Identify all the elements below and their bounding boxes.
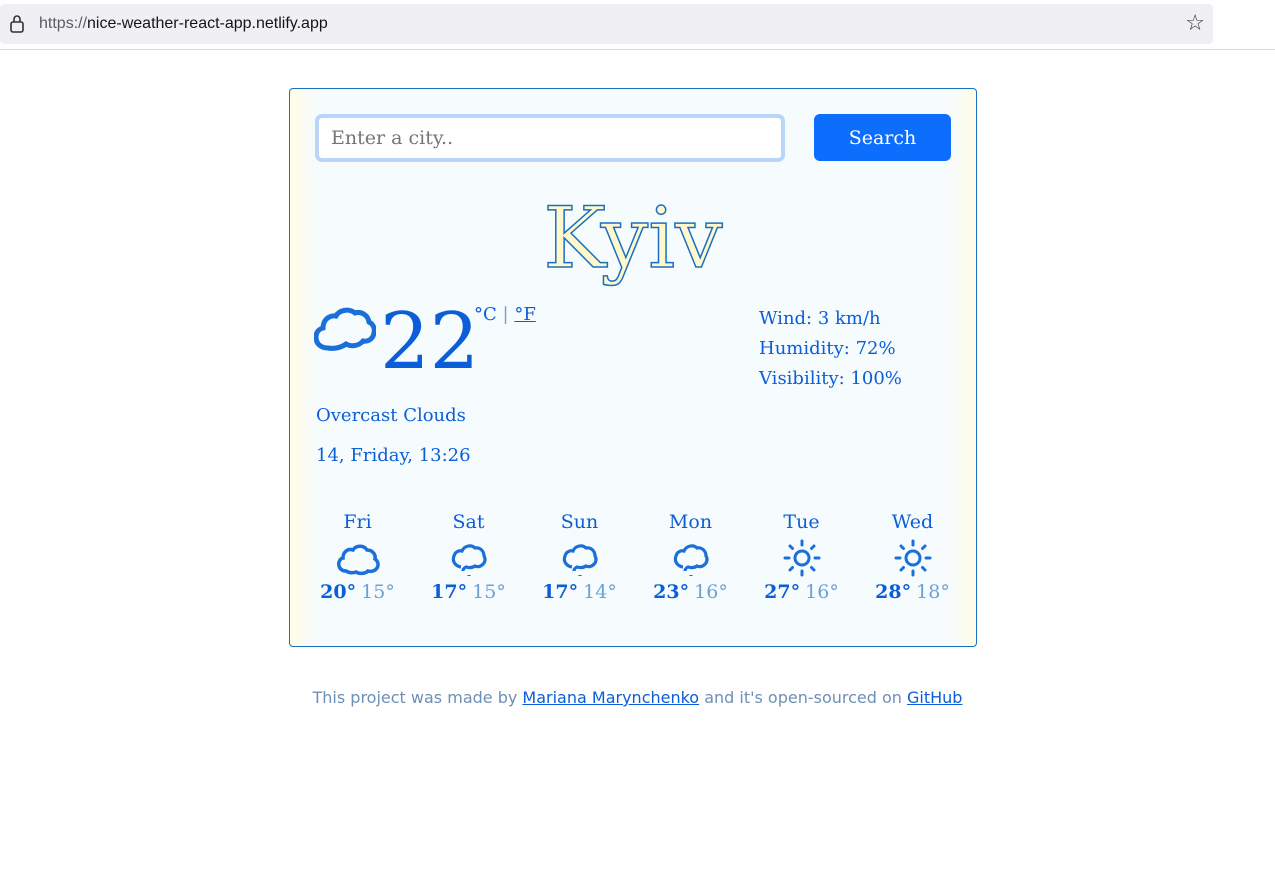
cloud-icon — [314, 307, 376, 351]
forecast-low: 16° — [805, 581, 839, 603]
date-time: 14, Friday, 13:26 — [316, 445, 471, 466]
forecast-high: 20° — [320, 581, 357, 603]
sun-icon — [857, 539, 968, 577]
footer-text: and it's open-sourced on — [704, 688, 902, 707]
github-link[interactable]: GitHub — [907, 688, 962, 707]
weather-description: Overcast Clouds — [316, 405, 466, 426]
address-bar[interactable]: https://nice-weather-react-app.netlify.a… — [0, 4, 1213, 44]
bookmark-star-icon[interactable]: ☆ — [1185, 12, 1205, 36]
forecast-day-name: Mon — [668, 511, 713, 533]
weather-details: Wind: 3 km/h Humidity: 72% Visibility: 1… — [759, 304, 902, 394]
forecast-low: 15° — [472, 581, 506, 603]
forecast-day: Sat 17° 15° — [413, 511, 524, 603]
forecast-high: 17° — [542, 581, 579, 603]
rain-cloud-icon — [635, 539, 746, 577]
forecast-high: 23° — [653, 581, 690, 603]
visibility: Visibility: 100% — [759, 368, 902, 389]
forecast-day-name: Sat — [452, 511, 485, 533]
forecast-low: 15° — [361, 581, 395, 603]
forecast-low: 16° — [694, 581, 728, 603]
wind: Wind: 3 km/h — [759, 308, 881, 329]
rain-cloud-icon — [524, 539, 635, 577]
forecast-day-name: Tue — [783, 511, 820, 533]
city-name: Kyiv — [543, 188, 724, 288]
city-search-input[interactable] — [315, 114, 785, 162]
forecast-day-name: Fri — [343, 511, 372, 533]
forecast-high: 17° — [431, 581, 468, 603]
forecast-day: Fri 20° 15° — [302, 511, 413, 603]
forecast-day-name: Wed — [891, 511, 934, 533]
footer: This project was made by Mariana Marynch… — [0, 688, 1275, 707]
author-link[interactable]: Mariana Marynchenko — [522, 688, 699, 707]
forecast-day-name: Sun — [560, 511, 599, 533]
url-text[interactable]: https://nice-weather-react-app.netlify.a… — [39, 15, 328, 33]
lock-icon — [9, 14, 25, 34]
rain-cloud-icon — [413, 539, 524, 577]
divider — [0, 49, 1275, 50]
forecast: Fri 20° 15° Sat 17° 15° Sun 17° 14° Mon 23° 16°… — [302, 511, 968, 603]
weather-card: Search Kyiv 22 °C | °F Wind: 3 km/h Humi… — [289, 88, 977, 647]
search-button[interactable]: Search — [814, 114, 951, 161]
footer-text: This project was made by — [312, 688, 518, 707]
forecast-low: 14° — [583, 581, 617, 603]
forecast-high: 28° — [875, 581, 912, 603]
celsius-unit: °C — [474, 304, 497, 325]
forecast-high: 27° — [764, 581, 801, 603]
cloud-icon — [302, 539, 413, 577]
forecast-day: Tue 27° 16° — [746, 511, 857, 603]
humidity: Humidity: 72% — [759, 338, 896, 359]
forecast-low: 18° — [916, 581, 950, 603]
sun-icon — [746, 539, 857, 577]
current-temperature: 22 — [380, 297, 480, 387]
unit-separator: | — [502, 304, 509, 325]
unit-toggle: °C | °F — [474, 304, 536, 325]
forecast-day: Mon 23° 16° — [635, 511, 746, 603]
fahrenheit-link[interactable]: °F — [514, 304, 536, 325]
forecast-day: Wed 28° 18° — [857, 511, 968, 603]
forecast-day: Sun 17° 14° — [524, 511, 635, 603]
